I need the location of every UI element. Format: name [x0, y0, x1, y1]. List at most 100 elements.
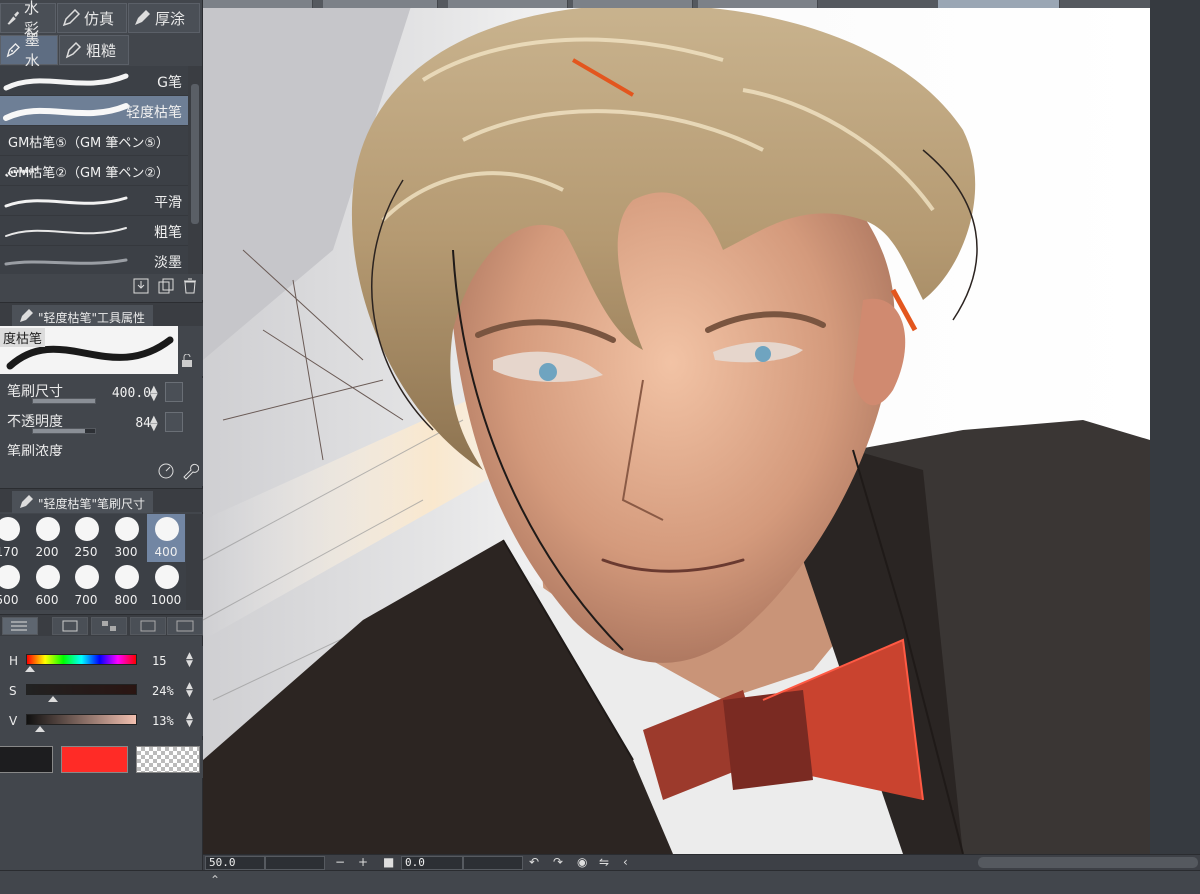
- tool-property-tab[interactable]: "轻度枯笔"工具属性: [12, 305, 154, 327]
- brush-stroke-preview: [4, 196, 128, 208]
- spin-arrows-icon[interactable]: ▲ ▼: [186, 712, 193, 729]
- main-color-swatch[interactable]: [0, 746, 53, 773]
- zoom-in-icon[interactable]: +: [358, 855, 368, 870]
- opacity-slider[interactable]: [32, 428, 96, 434]
- hue-row: H 15 ▲ ▼: [0, 646, 203, 676]
- transparent-color-swatch[interactable]: [136, 746, 200, 773]
- saturation-slider[interactable]: [26, 684, 137, 695]
- lock-icon[interactable]: [180, 354, 194, 368]
- layers-icon: [140, 620, 156, 632]
- spin-arrows-icon[interactable]: ▲ ▼: [186, 682, 193, 699]
- tab-thick-paint[interactable]: 厚涂: [128, 3, 200, 33]
- rotate-left-icon[interactable]: ↶: [529, 855, 539, 870]
- expand-up-icon[interactable]: ⌃: [210, 873, 220, 887]
- brush-preview: 度枯笔: [0, 326, 203, 376]
- value-caret[interactable]: [35, 726, 46, 732]
- size-option[interactable]: 700: [67, 562, 105, 610]
- hue-caret[interactable]: [25, 666, 36, 672]
- angle-slider[interactable]: [463, 856, 523, 870]
- sub-color-swatch[interactable]: [61, 746, 128, 773]
- canvas-tab[interactable]: [448, 0, 568, 8]
- size-option[interactable]: 170: [0, 514, 26, 562]
- value-slider[interactable]: [26, 714, 137, 725]
- copy-icon[interactable]: [157, 277, 175, 295]
- size-dot: [75, 517, 99, 541]
- canvas-tab[interactable]: [573, 0, 693, 8]
- zoom-field[interactable]: 50.0: [205, 856, 265, 870]
- size-option[interactable]: 300: [107, 514, 145, 562]
- drawing-canvas[interactable]: [203, 0, 1150, 854]
- tab-approx-color[interactable]: [130, 617, 166, 635]
- scroll-thumb[interactable]: [191, 84, 199, 224]
- reset-rotation-icon[interactable]: ◉: [577, 855, 587, 870]
- brush-size-slider[interactable]: [32, 398, 96, 404]
- tab-color-sliders[interactable]: [2, 617, 38, 635]
- size-dot: [36, 517, 60, 541]
- tab-color-set[interactable]: [52, 617, 88, 635]
- size-option[interactable]: 800: [107, 562, 145, 610]
- angle-field[interactable]: 0.0: [401, 856, 463, 870]
- brush-size-row: 笔刷尺寸 400.0 ▲ ▼: [0, 378, 203, 408]
- size-dot: [36, 565, 60, 589]
- tab-intermediate[interactable]: [91, 617, 127, 635]
- download-icon[interactable]: [132, 277, 150, 295]
- size-option[interactable]: 200: [28, 514, 66, 562]
- brush-stroke-preview: [3, 73, 129, 91]
- brush-item-g-pen[interactable]: G笔: [0, 66, 188, 96]
- brush-item-thick[interactable]: 粗笔: [0, 216, 188, 246]
- saturation-row: S 24% ▲ ▼: [0, 676, 203, 706]
- spin-arrows-icon[interactable]: ▲ ▼: [150, 415, 158, 433]
- size-dot: [155, 565, 179, 589]
- canvas-tab[interactable]: [203, 0, 313, 8]
- palette-icon: [62, 620, 78, 632]
- saturation-caret[interactable]: [47, 696, 58, 702]
- real-pencil-icon: [62, 9, 80, 27]
- size-option[interactable]: 250: [67, 514, 105, 562]
- scroll-left-icon[interactable]: ‹: [623, 855, 628, 870]
- spin-arrows-icon[interactable]: ▲ ▼: [150, 385, 158, 403]
- spin-arrows-icon[interactable]: ▲ ▼: [186, 652, 193, 669]
- tab-ink[interactable]: 墨水: [0, 31, 58, 70]
- brush-item-gm-dry-5[interactable]: GM枯笔⑤（GM 筆ペン⑤）: [0, 126, 188, 156]
- brush-size-tab[interactable]: "轻度枯笔"笔刷尺寸: [12, 491, 154, 513]
- brush-item-light-ink[interactable]: 淡墨: [0, 246, 188, 274]
- brush-list-scrollbar[interactable]: [188, 66, 202, 274]
- size-option[interactable]: 1000: [147, 562, 185, 610]
- size-option[interactable]: 600: [28, 562, 66, 610]
- zoom-slider[interactable]: [265, 856, 325, 870]
- left-panel: 水彩 仿真 厚涂 墨水 粗糙 G笔 轻度枯笔 GM枯笔⑤（GM 筆ペン⑤） GM…: [0, 0, 203, 894]
- canvas-tab-active[interactable]: [938, 0, 1060, 8]
- tab-label: 粗糙: [86, 41, 117, 60]
- pressure-toggle-button[interactable]: [165, 382, 183, 402]
- tool-property-footer: [0, 456, 203, 486]
- rotate-right-icon[interactable]: ↷: [553, 855, 563, 870]
- brush-size-value[interactable]: 400.0: [112, 386, 151, 401]
- fit-icon[interactable]: ■: [383, 855, 394, 870]
- zoom-out-icon[interactable]: −: [335, 855, 345, 870]
- slider-fill: [33, 399, 95, 403]
- brush-list-actions: [0, 274, 203, 300]
- flip-icon[interactable]: ⇋: [599, 855, 609, 870]
- canvas-tab[interactable]: [698, 0, 818, 8]
- horizontal-scrollbar[interactable]: [978, 857, 1198, 868]
- brush-item-light-dry[interactable]: 轻度枯笔: [0, 96, 188, 126]
- opacity-value[interactable]: 84: [135, 416, 151, 431]
- canvas-tab[interactable]: [323, 0, 438, 8]
- trash-icon[interactable]: [181, 277, 199, 295]
- tab-history[interactable]: [167, 617, 203, 635]
- hue-slider[interactable]: [26, 654, 137, 665]
- size-option-selected[interactable]: 400: [147, 514, 185, 562]
- ink-pen-icon: [6, 42, 20, 58]
- canvas-tab-strip: [203, 0, 1150, 8]
- size-option[interactable]: 500: [0, 562, 26, 610]
- tab-rough[interactable]: 粗糙: [59, 35, 129, 65]
- gauge-icon[interactable]: [157, 462, 175, 480]
- brush-item-smooth[interactable]: 平滑: [0, 186, 188, 216]
- tab-real-pencil[interactable]: 仿真: [57, 3, 127, 33]
- opacity-link-button[interactable]: [165, 412, 183, 432]
- brush-stroke-preview: [4, 258, 128, 266]
- color-swatches: [0, 740, 203, 778]
- brush-item-gm-dry-2[interactable]: GM枯笔②（GM 筆ペン②）: [0, 156, 188, 186]
- size-grid-scrollbar[interactable]: [186, 514, 203, 610]
- wrench-icon[interactable]: [181, 462, 199, 480]
